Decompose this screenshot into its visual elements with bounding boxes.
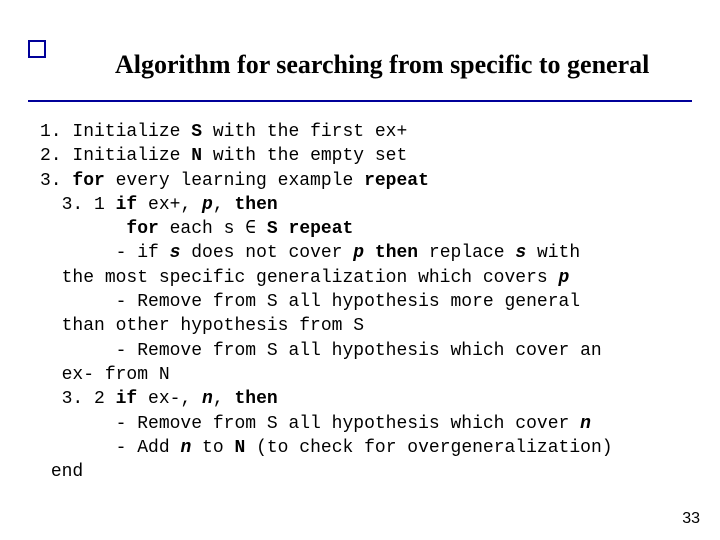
- var-N: N: [234, 438, 245, 458]
- t: does not cover: [180, 243, 353, 263]
- var-n: n: [580, 414, 591, 434]
- corner-decoration: [28, 40, 46, 58]
- t: 2. Initialize: [40, 146, 191, 166]
- line-1: 1. Initialize S with the first ex+: [40, 122, 407, 142]
- t: (to check for overgeneralization): [245, 438, 612, 458]
- slide: Algorithm for searching from specific to…: [0, 0, 720, 540]
- title-underline: [28, 100, 692, 102]
- var-p: p: [202, 195, 213, 215]
- var-n: n: [202, 389, 213, 409]
- var-p: p: [559, 268, 570, 288]
- line-8: than other hypothesis from S: [40, 316, 364, 336]
- t: [364, 243, 375, 263]
- kw-for: for: [126, 219, 158, 239]
- t: - Add: [40, 438, 180, 458]
- t: [256, 219, 267, 239]
- page-number: 33: [682, 510, 700, 528]
- t: 1. Initialize: [40, 122, 191, 142]
- var-p: p: [353, 243, 364, 263]
- t: 3. 1: [40, 195, 116, 215]
- var-N: N: [191, 146, 202, 166]
- line-end: end: [40, 462, 83, 482]
- kw-then: then: [234, 389, 277, 409]
- line-9: - Remove from S all hypothesis which cov…: [40, 341, 602, 361]
- t: 3.: [40, 171, 72, 191]
- line-11: - Remove from S all hypothesis which cov…: [40, 414, 591, 434]
- element-of-symbol: ∈: [245, 219, 256, 239]
- var-s: s: [170, 243, 181, 263]
- t: ,: [213, 389, 235, 409]
- line-6: the most specific generalization which c…: [40, 268, 569, 288]
- t: ex-,: [137, 389, 202, 409]
- t: ,: [213, 195, 235, 215]
- line-7: - Remove from S all hypothesis more gene…: [40, 292, 580, 312]
- line-5: - if s does not cover p then replace s w…: [40, 243, 580, 263]
- line-10: ex- from N: [40, 365, 170, 385]
- t: with the empty set: [202, 146, 407, 166]
- t: to: [191, 438, 234, 458]
- t: - if: [40, 243, 170, 263]
- line-3-1: 3. 1 if ex+, p, then: [40, 195, 278, 215]
- t: ex+,: [137, 195, 202, 215]
- t: replace: [418, 243, 515, 263]
- var-S: S: [191, 122, 202, 142]
- t: - Remove from S all hypothesis which cov…: [40, 414, 580, 434]
- kw-if: if: [116, 195, 138, 215]
- t: 3. 2: [40, 389, 116, 409]
- line-4: for each s ∈ S repeat: [40, 219, 353, 239]
- kw-if: if: [116, 389, 138, 409]
- algorithm-body: 1. Initialize S with the first ex+ 2. In…: [40, 120, 680, 484]
- kw-then: then: [234, 195, 277, 215]
- t: every learning example: [105, 171, 364, 191]
- kw-repeat: repeat: [364, 171, 429, 191]
- t: with the first ex+: [202, 122, 407, 142]
- t: with: [526, 243, 580, 263]
- line-2: 2. Initialize N with the empty set: [40, 146, 407, 166]
- line-3-2: 3. 2 if ex-, n, then: [40, 389, 278, 409]
- var-s: s: [515, 243, 526, 263]
- t: each s: [159, 219, 245, 239]
- kw-then: then: [375, 243, 418, 263]
- kw-for: for: [72, 171, 104, 191]
- var-n: n: [180, 438, 191, 458]
- slide-title: Algorithm for searching from specific to…: [115, 50, 649, 80]
- t: [40, 219, 126, 239]
- line-12: - Add n to N (to check for overgeneraliz…: [40, 438, 613, 458]
- t: the most specific generalization which c…: [40, 268, 559, 288]
- kw-repeat: repeat: [289, 219, 354, 239]
- line-3: 3. for every learning example repeat: [40, 171, 429, 191]
- var-S: S: [267, 219, 278, 239]
- t: [278, 219, 289, 239]
